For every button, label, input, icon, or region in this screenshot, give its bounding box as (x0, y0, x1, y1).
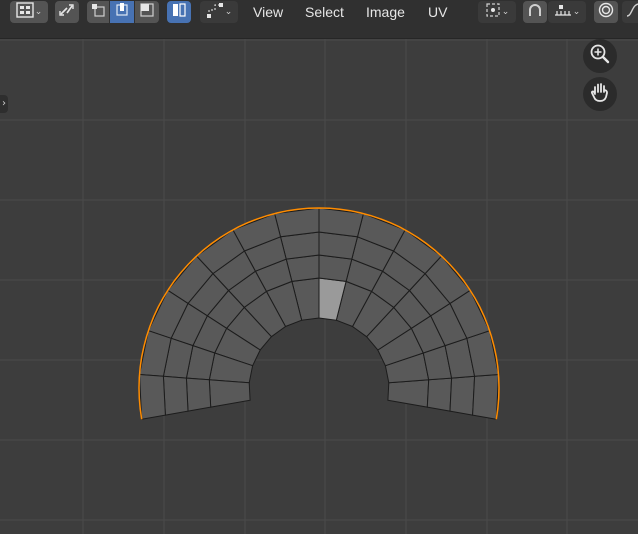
uv-face[interactable] (472, 373, 500, 420)
uv-face[interactable] (208, 379, 251, 408)
zoom-button[interactable] (583, 39, 617, 73)
uv-viewport[interactable]: › (0, 39, 638, 534)
uv-island[interactable] (138, 207, 500, 420)
zoom-in-icon (589, 43, 611, 69)
proportional-editing-toggle[interactable] (594, 1, 618, 23)
chevron-down-icon: ⌄ (224, 6, 233, 17)
sidebar-toggle-arrow[interactable]: › (0, 95, 8, 113)
chevron-down-icon: ⌄ (501, 6, 510, 17)
edge-select-mode[interactable] (110, 1, 134, 23)
proportional-editing-icon (598, 2, 614, 22)
uv-face[interactable] (449, 375, 476, 416)
sync-selection-icon (58, 1, 76, 23)
menu-image[interactable]: Image (366, 3, 405, 21)
snap-target-dropdown[interactable]: ⌄ (548, 1, 586, 23)
uv-face[interactable] (138, 373, 166, 420)
sync-selection-toggle[interactable] (55, 1, 79, 23)
uv-sticky-select-dropdown[interactable]: ⌄ (200, 1, 238, 23)
chevron-down-icon: ⌄ (572, 6, 581, 17)
uv-face[interactable] (185, 377, 212, 412)
uv-face[interactable] (426, 377, 453, 412)
face-select-mode[interactable] (135, 1, 159, 23)
menu-view[interactable]: View (253, 3, 283, 21)
uv-face[interactable] (162, 375, 189, 416)
hand-pan-icon (589, 81, 611, 107)
uv-editor-icon (16, 2, 34, 22)
pan-button[interactable] (583, 77, 617, 111)
sticky-vertex-icon (206, 2, 224, 22)
island-select-icon (171, 2, 187, 22)
snap-increment-icon (554, 2, 572, 22)
proportional-falloff-dropdown[interactable] (622, 1, 638, 23)
pivot-point-dropdown[interactable]: ⌄ (478, 1, 516, 23)
uv-canvas[interactable] (0, 39, 638, 534)
pivot-point-icon (485, 2, 501, 22)
island-select-mode[interactable] (167, 1, 191, 23)
snap-icon (527, 2, 543, 22)
face-select-icon (139, 2, 155, 22)
chevron-down-icon: ⌄ (34, 6, 43, 17)
falloff-curve-icon (626, 2, 638, 22)
edge-select-icon (114, 2, 130, 22)
editor-type-button[interactable]: ⌄ (10, 1, 48, 23)
menu-select[interactable]: Select (305, 3, 344, 21)
header-extension (0, 26, 638, 38)
uv-face[interactable] (387, 379, 430, 408)
snap-toggle[interactable] (523, 1, 547, 23)
menu-uv[interactable]: UV (428, 3, 447, 21)
vertex-select-mode[interactable] (87, 1, 109, 23)
vertex-select-icon (90, 2, 106, 22)
